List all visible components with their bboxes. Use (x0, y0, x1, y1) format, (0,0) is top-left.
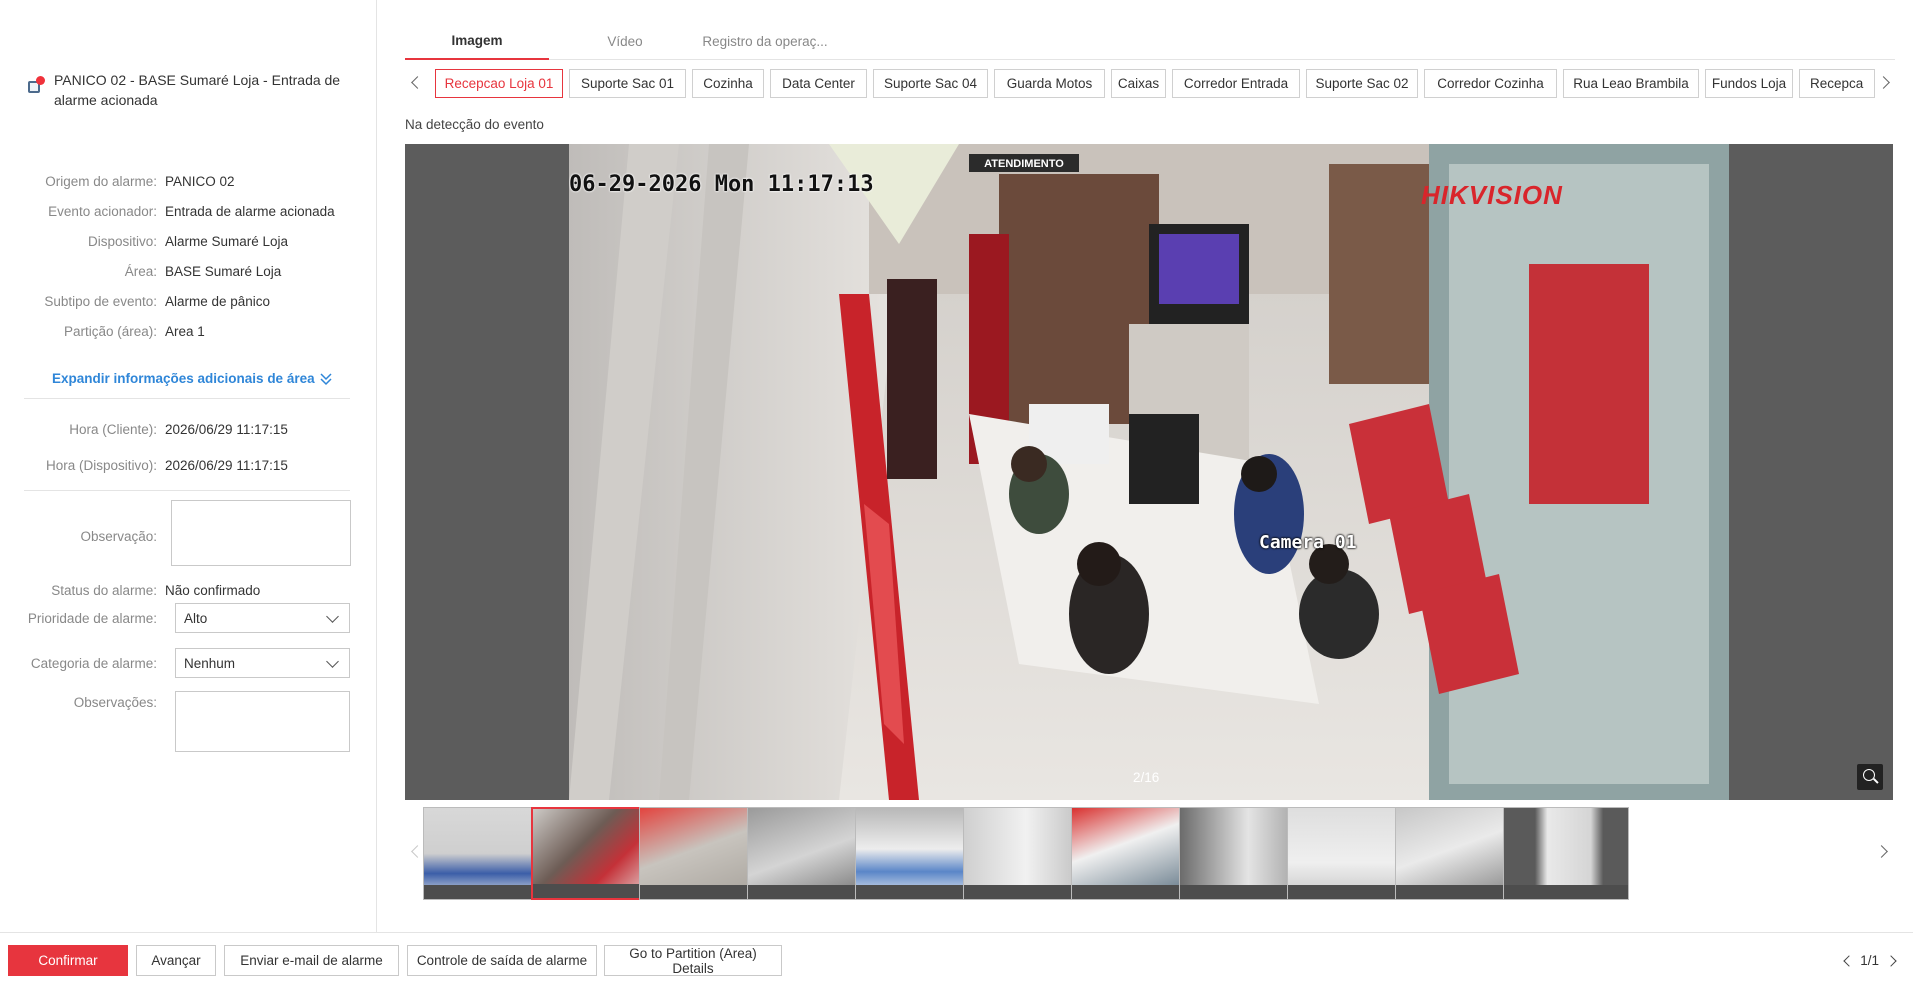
observation-textarea[interactable] (171, 500, 351, 566)
camera-snapshot: ATENDIMENTO 06-29-2026 Mon 11:17:13 HIKV… (569, 144, 1729, 800)
alarm-header: PANICO 02 - BASE Sumaré Loja - Entrada d… (26, 70, 346, 110)
category-select[interactable]: Nenhum (175, 648, 350, 678)
time-value: 2026/06/29 11:17:15 (165, 457, 288, 473)
remarks-textarea[interactable] (175, 691, 350, 752)
chevron-left-icon[interactable] (1842, 956, 1852, 966)
detail-label: Área: (124, 263, 157, 279)
tab-operation-log[interactable]: Registro da operaç... (685, 22, 845, 60)
camera-chip[interactable]: Guarda Motos (994, 69, 1105, 98)
osd-brand: HIKVISION (1421, 180, 1563, 210)
observation-label: Observação: (80, 528, 157, 544)
expand-area-info-label: Expandir informações adicionais de área (52, 371, 315, 386)
detail-partition: Partição (área): Area 1 (0, 319, 360, 343)
detail-value: Area 1 (165, 323, 205, 339)
camera-chip[interactable]: Recepca (1799, 69, 1875, 98)
detail-value: PANICO 02 (165, 173, 235, 189)
status-value: Não confirmado (165, 582, 261, 598)
alarm-details-panel: PANICO 02 - BASE Sumaré Loja - Entrada d… (0, 0, 377, 932)
camera-chip[interactable]: Caixas (1111, 69, 1166, 98)
detail-device: Dispositivo: Alarme Sumaré Loja (0, 229, 360, 253)
osd-camera-name: Camera 01 (1259, 532, 1357, 553)
camera-chip[interactable]: Recepcao Loja 01 (435, 69, 563, 98)
next-button[interactable]: Avançar (136, 945, 216, 976)
time-label: Hora (Dispositivo): (45, 457, 157, 473)
priority-select[interactable]: Alto (175, 603, 350, 633)
tab-video[interactable]: Vídeo (565, 22, 685, 60)
camera-chip[interactable]: Suporte Sac 02 (1306, 69, 1418, 98)
time-value: 2026/06/29 11:17:15 (165, 421, 288, 437)
remarks-label: Observações: (73, 694, 157, 710)
expand-area-info-link[interactable]: Expandir informações adicionais de área (52, 371, 333, 386)
confirm-button[interactable]: Confirmar (8, 945, 128, 976)
camera-chip[interactable]: Suporte Sac 04 (873, 69, 988, 98)
detail-label: Partição (área): (63, 323, 157, 339)
camera-chip[interactable]: Corredor Entrada (1172, 69, 1300, 98)
camera-chip[interactable]: Suporte Sac 01 (569, 69, 686, 98)
snapshot-scene: ATENDIMENTO (569, 144, 1729, 800)
detail-event-subtype: Subtipo de evento: Alarme de pânico (0, 289, 360, 313)
detail-area: Área: BASE Sumaré Loja (0, 259, 360, 283)
alarm-output-control-button[interactable]: Controle de saída de alarme (407, 945, 597, 976)
detail-label: Dispositivo: (87, 233, 157, 249)
time-label: Hora (Cliente): (69, 421, 157, 437)
detail-value: BASE Sumaré Loja (165, 263, 282, 279)
detail-value: Alarme Sumaré Loja (165, 233, 289, 249)
camera-chip[interactable]: Data Center (770, 69, 867, 98)
category-selected-value: Nenhum (184, 655, 236, 671)
detail-value: Entrada de alarme acionada (165, 203, 335, 219)
partition-details-button[interactable]: Go to Partition (Area) Details (604, 945, 782, 976)
time-client: Hora (Cliente): 2026/06/29 11:17:15 (0, 417, 360, 441)
osd-timestamp: 06-29-2026 Mon 11:17:13 (569, 172, 874, 197)
chevron-down-icon (326, 655, 339, 668)
divider (24, 398, 350, 399)
detail-label: Origem do alarme: (45, 173, 157, 189)
detail-alarm-source: Origem do alarme: PANICO 02 (0, 169, 360, 193)
page-indicator: 1/1 (1860, 953, 1879, 968)
status-row: Status do alarme: Não confirmado (0, 578, 360, 602)
detail-label: Evento acionador: (48, 203, 157, 219)
double-chevron-down-icon (320, 372, 332, 385)
image-counter: 2/16 (1133, 770, 1160, 785)
status-label: Status do alarme: (51, 582, 157, 598)
detail-value: Alarme de pânico (165, 293, 271, 309)
zoom-in-icon[interactable] (1857, 764, 1883, 790)
chevron-right-icon[interactable] (1877, 74, 1895, 92)
chevron-down-icon (326, 610, 339, 623)
camera-chip[interactable]: Fundos Loja (1705, 69, 1793, 98)
chevron-right-icon[interactable] (1875, 843, 1893, 861)
category-label: Categoria de alarme: (30, 655, 157, 671)
chevron-left-icon[interactable] (407, 74, 425, 92)
send-alarm-email-button[interactable]: Enviar e-mail de alarme (224, 945, 399, 976)
snapshot-viewer[interactable]: ATENDIMENTO 06-29-2026 Mon 11:17:13 HIKV… (405, 144, 1893, 800)
osd-sign: ATENDIMENTO (984, 158, 1064, 170)
view-tabs: Imagem Vídeo Registro da operaç... (405, 22, 1895, 60)
time-device: Hora (Dispositivo): 2026/06/29 11:17:15 (0, 453, 360, 477)
camera-chip[interactable]: Corredor Cozinha (1424, 69, 1557, 98)
priority-selected-value: Alto (184, 610, 208, 626)
camera-chip[interactable]: Rua Leao Brambila (1563, 69, 1699, 98)
alarm-bell-icon (26, 76, 45, 94)
thumbnail-strip (405, 805, 1893, 905)
detail-label: Subtipo de evento: (44, 293, 157, 309)
alarm-title: PANICO 02 - BASE Sumaré Loja - Entrada d… (54, 72, 341, 108)
priority-label: Prioridade de alarme: (27, 610, 157, 626)
chevron-right-icon[interactable] (1887, 956, 1897, 966)
camera-chip[interactable]: Cozinha (692, 69, 764, 98)
tab-image[interactable]: Imagem (405, 22, 549, 60)
pagination: 1/1 (1842, 953, 1897, 968)
divider (24, 490, 350, 491)
thumbnail[interactable] (1503, 807, 1629, 900)
detail-trigger-event: Evento acionador: Entrada de alarme acio… (0, 199, 360, 223)
action-bar: Confirmar Avançar Enviar e-mail de alarm… (0, 932, 1913, 985)
event-capture-label: Na detecção do evento (405, 117, 544, 132)
camera-selector: Recepcao Loja 01 Suporte Sac 01 Cozinha … (405, 68, 1895, 100)
